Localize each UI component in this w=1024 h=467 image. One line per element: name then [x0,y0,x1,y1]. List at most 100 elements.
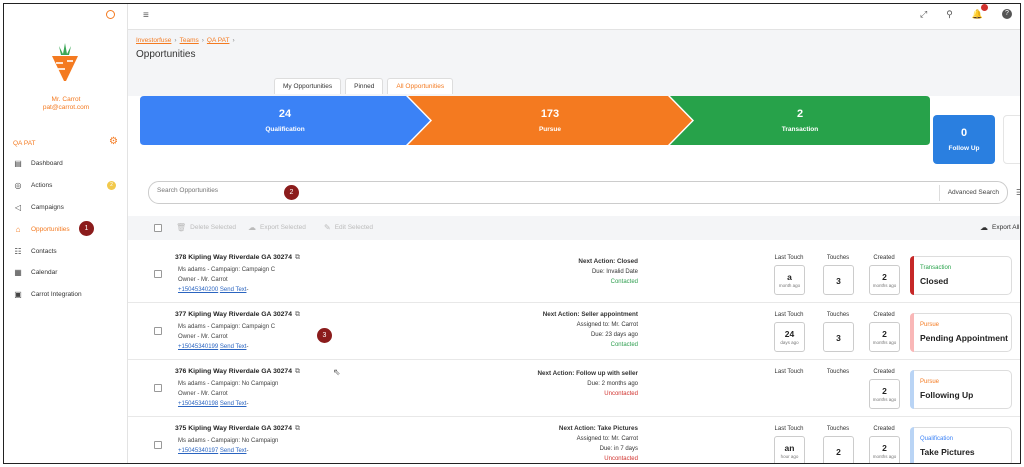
created-header: Created [873,255,895,261]
row-checkbox[interactable] [154,327,162,335]
sidebar-item-opportunities[interactable]: ⌂ Opportunities 1 [4,218,128,240]
help-icon[interactable]: ? [1002,9,1012,19]
row-campaign: Ms adams - Campaign: No Campaign [178,438,279,444]
status-value: Take Pictures [920,447,975,457]
stage-transaction-shape [670,96,930,145]
status-color-bar [910,427,914,463]
sidebar-item-dashboard[interactable]: ▤ Dashboard [4,153,128,175]
tab-all-opportunities[interactable]: All Opportunities [387,78,454,94]
row-checkbox[interactable] [154,270,162,278]
sidebar: Mr. Carrot pat@carrot.com QA PAT ⚙ ▤ Das… [4,4,128,463]
last-touch-header: Last Touch [774,426,804,432]
touches-box: 3 [823,322,854,352]
search-input[interactable] [157,187,757,194]
fullscreen-icon[interactable]: ⤢ [920,9,927,20]
table-row[interactable]: 376 Kipling Way Riverdale GA 30274 ⧉ Ms a… [128,360,1020,417]
row-campaign: Ms adams - Campaign: No Campaign [178,381,279,387]
stage-overflow-card[interactable] [1003,115,1020,164]
copy-icon[interactable]: ⧉ [295,311,300,318]
last-touch-box: a month ago [774,265,805,295]
status-card[interactable]: Transaction Closed [910,256,1012,295]
next-action-assigned: Assigned to: Mr. Carrot [576,322,638,328]
copy-icon[interactable]: ⧉ [295,254,300,261]
touches-header: Touches [826,312,850,318]
send-text-link[interactable]: Send Text [220,401,247,407]
edit-selected-button[interactable]: ✎ Edit Selected [324,223,373,232]
created-sub: months ago [872,397,897,402]
search-icon[interactable]: ⚲ [946,9,953,20]
delete-selected-button[interactable]: 🗑 Delete Selected [176,223,236,232]
next-action-title: Next Action: Follow up with seller [537,370,638,377]
breadcrumb-investorfuse[interactable]: Investorfuse [136,37,171,44]
row-address[interactable]: 377 Kipling Way Riverdale GA 30274 ⧉ [175,311,300,319]
row-checkbox[interactable] [154,384,162,392]
breadcrumb-team[interactable]: QA PAT [207,37,230,44]
cloud-download-icon: ☁ [248,223,256,232]
status-stage: Pursue [920,322,940,328]
last-touch-box: 24 days ago [774,322,805,352]
stage-pursue[interactable]: 173 Pursue [408,96,692,145]
row-checkbox[interactable] [154,441,162,449]
mouse-cursor-icon: ⇖ [333,367,341,377]
dashboard-icon: ▤ [14,159,22,169]
phone-link[interactable]: +15045340200 [178,287,218,293]
table-row[interactable]: 375 Kipling Way Riverdale GA 30274 ⧉ Ms a… [128,417,1020,463]
send-text-link[interactable]: Send Text [220,344,247,350]
more-options-icon[interactable]: ⋮ [1018,270,1020,279]
status-stage: Pursue [920,379,940,385]
row-address[interactable]: 376 Kipling Way Riverdale GA 30274 ⧉ [175,368,300,376]
copy-icon[interactable]: ⧉ [295,368,300,375]
more-options-icon[interactable]: ⋮ [1018,441,1020,450]
stage-follow-up[interactable]: 0 Follow Up [933,115,995,164]
status-card[interactable]: Pursue Following Up [910,370,1012,409]
breadcrumb-teams[interactable]: Teams [180,37,199,44]
user-email: pat@carrot.com [42,104,90,111]
status-card[interactable]: Qualification Take Pictures [910,427,1012,463]
team-name[interactable]: QA PAT [13,140,36,147]
touches-value: 3 [836,276,841,286]
sidebar-item-actions[interactable]: ◎ Actions 2 [4,175,128,197]
row-campaign: Ms adams - Campaign: Campaign C [178,267,276,273]
more-options-icon[interactable]: ⋮ [1018,384,1020,393]
filter-icon[interactable]: ☰ [1016,188,1020,197]
contact-status: Uncontacted [604,391,638,397]
sidebar-item-contacts[interactable]: ☷ Contacts [4,240,128,262]
created-box: 2 months ago [869,265,900,295]
phone-link[interactable]: +15045340199 [178,344,218,350]
row-address[interactable]: 375 Kipling Way Riverdale GA 30274 ⧉ [175,425,300,433]
created-header: Created [873,312,895,318]
sidebar-item-label: Campaigns [31,203,64,211]
user-circle-icon[interactable] [106,10,115,19]
sidebar-item-campaigns[interactable]: ◁ Campaigns [4,197,128,219]
bell-icon[interactable]: 🔔 [972,4,988,20]
main-content: 24 Qualification 173 Pursue 2 Transactio… [128,96,1020,463]
sidebar-item-carrot-integration[interactable]: ▣ Carrot Integration [4,284,128,306]
stage-qualification[interactable]: 24 Qualification [140,96,430,145]
last-touch-header: Last Touch [774,369,804,375]
export-selected-button[interactable]: ☁ Export Selected [248,223,306,232]
send-text-link[interactable]: Send Text [220,448,247,454]
gear-icon[interactable]: ⚙ [109,136,118,147]
stage-transaction[interactable]: 2 Transaction [670,96,930,145]
table-row[interactable]: 377 Kipling Way Riverdale GA 30274 ⧉ Ms a… [128,303,1020,360]
advanced-search-button[interactable]: Advanced Search [938,185,1007,201]
select-all-checkbox[interactable] [154,224,162,232]
status-card[interactable]: Pursue Pending Appointment [910,313,1012,352]
send-text-link[interactable]: Send Text [220,287,247,293]
contacts-icon: ☷ [14,246,22,256]
export-all-button[interactable]: ☁ Export All [980,223,1019,232]
row-address[interactable]: 378 Kipling Way Riverdale GA 30274 ⧉ [175,254,300,262]
table-row[interactable]: 378 Kipling Way Riverdale GA 30274 ⧉ Ms a… [128,246,1020,303]
status-value: Pending Appointment [920,333,1008,343]
sidebar-item-calendar[interactable]: ▦ Calendar [4,262,128,284]
tab-pinned[interactable]: Pinned [345,78,384,94]
tab-my-opportunities[interactable]: My Opportunities [274,78,342,94]
touches-box: 2 [823,436,854,463]
phone-link[interactable]: +15045340197 [178,448,218,454]
menu-icon[interactable]: ≡ [143,10,149,21]
phone-link[interactable]: +15045340198 [178,401,218,407]
status-color-bar [910,313,914,352]
copy-icon[interactable]: ⧉ [295,425,300,432]
more-options-icon[interactable]: ⋮ [1018,327,1020,336]
created-sub: months ago [872,340,897,345]
